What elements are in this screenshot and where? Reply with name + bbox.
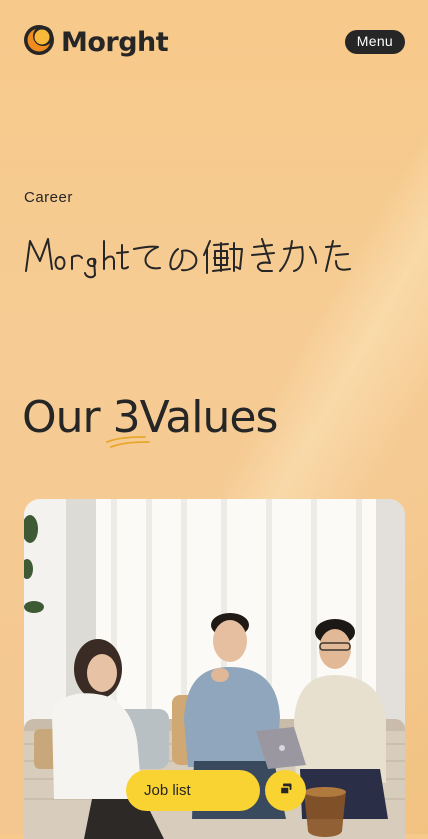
brand-name: Morght [61, 26, 169, 58]
crescent-moon-logo-icon [23, 24, 55, 60]
squiggle-underline-icon [105, 436, 150, 448]
job-list-button[interactable]: Job list [126, 770, 260, 811]
values-title-suffix: Values [139, 392, 279, 443]
brand-logo-link[interactable]: Morght [23, 24, 169, 60]
external-window-button[interactable] [265, 770, 306, 811]
page-eyebrow: Career [24, 189, 73, 206]
values-title-number-wrap: 3 [105, 392, 150, 448]
floating-cta-bar: Job list [126, 770, 306, 811]
values-title-prefix: Our [22, 392, 113, 443]
external-window-icon [279, 782, 293, 799]
values-heading: Our 3 Values [22, 392, 279, 448]
site-header: Morght Menu [23, 22, 405, 62]
menu-button[interactable]: Menu [344, 30, 405, 54]
handwritten-title: Morghtの働きかた [22, 231, 352, 283]
